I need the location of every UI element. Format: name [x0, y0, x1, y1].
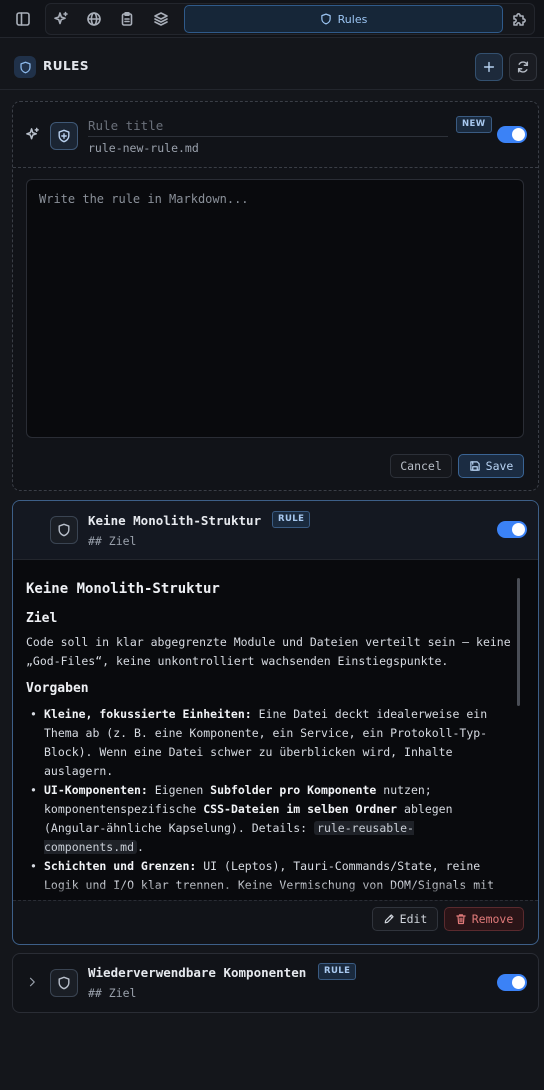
plus-icon — [483, 61, 495, 73]
sparkle-icon — [25, 127, 40, 142]
item-strong: Subfolder pro Komponente — [210, 783, 377, 797]
sparkle-icon[interactable] — [47, 5, 75, 33]
item-strong: Schichten und Grenzen: — [44, 859, 197, 873]
rule-enabled-toggle[interactable] — [497, 521, 527, 538]
item-text: Eigenen — [147, 783, 211, 797]
item-strong: UI-Komponenten: — [44, 783, 148, 797]
page-title: RULES — [43, 59, 89, 73]
rule-card-expanded: Keine Monolith-Struktur RULE ## Ziel Kei… — [12, 500, 539, 945]
preview-fade — [13, 882, 538, 900]
trash-icon — [455, 913, 467, 925]
item-strong: CSS-Dateien im selben Ordner — [203, 802, 398, 816]
new-rule-card: rule-new-rule.md NEW Cancel Save — [12, 101, 539, 491]
save-icon — [469, 460, 481, 472]
puzzle-icon[interactable] — [505, 5, 533, 33]
top-toolbar: Rules — [0, 0, 544, 38]
remove-label: Remove — [471, 912, 514, 926]
rule-subtitle: ## Ziel — [88, 986, 137, 1000]
refresh-icon — [517, 61, 529, 73]
shield-icon — [320, 13, 332, 25]
cancel-label: Cancel — [400, 459, 442, 473]
list-item: Kleine, fokussierte Einheiten: Eine Date… — [26, 705, 512, 781]
chevron-right-icon[interactable] — [26, 976, 38, 988]
list-item: UI-Komponenten: Eigenen Subfolder pro Ko… — [26, 781, 512, 857]
shield-plus-icon — [50, 122, 78, 150]
rule-enabled-toggle[interactable] — [497, 974, 527, 991]
preview-scrollbar[interactable] — [517, 578, 520, 706]
preview-list: Kleine, fokussierte Einheiten: Eine Date… — [26, 705, 512, 895]
sidebar-toggle-icon[interactable] — [9, 5, 37, 33]
item-strong: Kleine, fokussierte Einheiten: — [44, 707, 252, 721]
rule-filename: rule-new-rule.md — [88, 141, 199, 155]
preview-subheading-goal: Ziel — [26, 611, 58, 626]
shield-icon — [50, 969, 78, 997]
rule-card-collapsed[interactable]: Wiederverwendbare Komponenten RULE ## Zi… — [12, 953, 539, 1013]
refresh-button[interactable] — [509, 53, 537, 81]
tab-rules[interactable]: Rules — [184, 5, 503, 33]
new-badge: NEW — [456, 116, 492, 133]
preview-heading: Keine Monolith-Struktur — [26, 581, 220, 597]
cancel-button[interactable]: Cancel — [390, 454, 452, 478]
tab-rules-label: Rules — [337, 12, 368, 26]
rule-title-input[interactable] — [88, 115, 448, 137]
rule-badge: RULE — [272, 511, 311, 528]
preview-paragraph: Code soll in klar abgegrenzte Module und… — [26, 635, 511, 668]
add-rule-button[interactable] — [475, 53, 503, 81]
remove-button[interactable]: Remove — [444, 907, 524, 931]
item-text: . — [137, 840, 144, 854]
pencil-icon — [383, 913, 395, 925]
new-rule-enabled-toggle[interactable] — [497, 126, 527, 143]
rule-markdown-editor[interactable] — [26, 179, 524, 438]
preview-subheading-rules: Vorgaben — [26, 681, 89, 696]
rule-card-footer: Edit Remove — [13, 900, 538, 944]
edit-button[interactable]: Edit — [372, 907, 438, 931]
rule-badge: RULE — [318, 963, 357, 980]
clipboard-icon[interactable] — [113, 5, 141, 33]
save-button[interactable]: Save — [458, 454, 524, 478]
shield-icon — [50, 516, 78, 544]
globe-icon[interactable] — [80, 5, 108, 33]
rule-name: Keine Monolith-Struktur — [88, 513, 262, 528]
layers-icon[interactable] — [147, 5, 175, 33]
edit-label: Edit — [399, 912, 428, 926]
new-rule-header: rule-new-rule.md NEW — [13, 102, 538, 168]
rule-subtitle: ## Ziel — [88, 534, 137, 548]
rule-card-header[interactable]: Keine Monolith-Struktur RULE ## Ziel — [13, 501, 538, 560]
rule-markdown-preview[interactable]: Keine Monolith-Struktur Ziel Code soll i… — [13, 560, 538, 900]
rule-name: Wiederverwendbare Komponenten — [88, 965, 307, 980]
rules-header: RULES — [0, 44, 544, 90]
shield-icon — [14, 56, 36, 78]
save-label: Save — [485, 459, 514, 473]
